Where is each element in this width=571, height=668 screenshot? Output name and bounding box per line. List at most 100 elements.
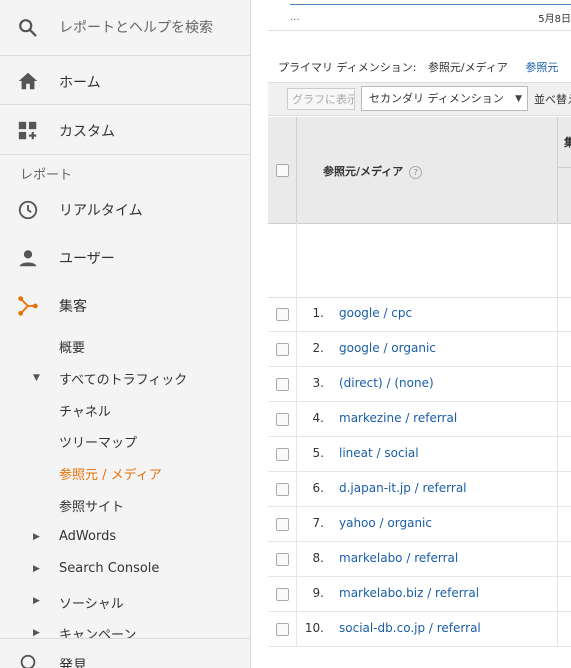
acquisition-icon xyxy=(18,296,38,316)
row-dimension-link[interactable]: yahoo / organic xyxy=(339,516,432,530)
nav-users[interactable]: ユーザー xyxy=(0,244,250,274)
chart-line xyxy=(290,4,571,5)
table-row: 7. yahoo / organic xyxy=(268,507,571,542)
nav-adwords[interactable]: AdWords xyxy=(59,529,116,544)
nav-treemap[interactable]: ツリーマップ xyxy=(59,432,137,451)
row-number: 4. xyxy=(312,411,324,425)
row-dimension-link[interactable]: markezine / referral xyxy=(339,411,457,425)
row-dimension-link[interactable]: lineat / social xyxy=(339,446,419,460)
row-checkbox[interactable] xyxy=(276,448,289,461)
collapsed-triangle-icon[interactable]: ▶ xyxy=(33,564,40,574)
row-dimension-link[interactable]: markelabo / referral xyxy=(339,551,458,565)
row-metric-cell xyxy=(557,507,571,542)
nav-overview[interactable]: 概要 xyxy=(59,337,85,356)
nav-acquisition-label: 集客 xyxy=(59,299,87,315)
dashboard-add-icon xyxy=(18,121,37,140)
nav-referrals[interactable]: 参照サイト xyxy=(59,496,124,515)
nav-social[interactable]: ソーシャル xyxy=(59,593,124,612)
nav-custom-label: カスタム xyxy=(59,124,115,140)
metric-subheader xyxy=(557,167,571,224)
nav-search-console[interactable]: Search Console xyxy=(59,561,159,576)
row-checkbox[interactable] xyxy=(276,378,289,391)
select-all-checkbox[interactable] xyxy=(276,164,289,177)
row-dimension-link[interactable]: markelabo.biz / referral xyxy=(339,586,479,600)
nav-acquisition[interactable]: 集客 xyxy=(0,292,250,322)
row-metric-cell xyxy=(557,402,571,437)
nav-discover[interactable]: 発見 xyxy=(0,638,250,668)
row-metric-cell xyxy=(557,437,571,472)
primary-dimension-source-link[interactable]: 参照元 xyxy=(525,61,558,74)
row-number: 1. xyxy=(312,306,324,320)
totals-row xyxy=(268,223,571,298)
clock-icon xyxy=(18,200,38,220)
plot-rows-button[interactable]: グラフに表示 xyxy=(287,88,355,110)
sort-type-label[interactable]: 並べ替え xyxy=(534,91,571,107)
row-metric-cell xyxy=(557,472,571,507)
row-check-cell xyxy=(268,542,297,577)
totals-metric-cell xyxy=(557,223,571,297)
table-row: 9. markelabo.biz / referral xyxy=(268,577,571,612)
row-dimension-link[interactable]: d.japan-it.jp / referral xyxy=(339,481,467,495)
primary-dimension-selected[interactable]: 参照元/メディア xyxy=(428,61,508,76)
row-checkbox[interactable] xyxy=(276,588,289,601)
row-check-cell xyxy=(268,507,297,542)
row-number: 10. xyxy=(304,621,324,635)
row-metric-cell xyxy=(557,577,571,612)
row-number: 7. xyxy=(312,516,324,530)
row-metric-cell xyxy=(557,332,571,367)
row-metric-cell xyxy=(557,297,571,332)
collapsed-triangle-icon[interactable]: ▶ xyxy=(33,596,40,606)
chart-date-label: 5月8日 xyxy=(538,14,571,25)
secondary-dimension-dropdown[interactable]: セカンダリ ディメンション ▼ xyxy=(361,86,528,111)
table-row: 6. d.japan-it.jp / referral xyxy=(268,472,571,507)
nav-custom[interactable]: カスタム xyxy=(0,105,250,155)
nav-all-traffic[interactable]: すべてのトラフィック xyxy=(59,369,187,388)
search-placeholder: レポートとヘルプを検索 xyxy=(59,20,213,36)
row-dimension-link[interactable]: google / cpc xyxy=(339,306,412,320)
table-header: 参照元/メディア? 集 xyxy=(268,117,571,224)
row-dimension-link[interactable]: social-db.co.jp / referral xyxy=(339,621,481,635)
collapsed-triangle-icon[interactable]: ▶ xyxy=(33,532,40,542)
secondary-dimension-label: セカンダリ ディメンション xyxy=(369,92,504,105)
nav-users-label: ユーザー xyxy=(59,251,115,267)
row-checkbox[interactable] xyxy=(276,413,289,426)
row-metric-cell xyxy=(557,612,571,647)
help-icon[interactable]: ? xyxy=(409,165,423,179)
collapsed-triangle-icon[interactable]: ▶ xyxy=(33,628,40,638)
row-checkbox[interactable] xyxy=(276,343,289,356)
row-dimension-link[interactable]: (direct) / (none) xyxy=(339,376,434,390)
row-metric-cell xyxy=(557,542,571,577)
row-number: 5. xyxy=(312,446,324,460)
expanded-triangle-icon[interactable]: ▼ xyxy=(33,373,40,383)
nav-realtime[interactable]: リアルタイム xyxy=(0,196,250,226)
row-checkbox[interactable] xyxy=(276,553,289,566)
row-number: 6. xyxy=(312,481,324,495)
row-checkbox[interactable] xyxy=(276,483,289,496)
dimension-header[interactable]: 参照元/メディア? xyxy=(297,117,557,223)
table-row: 8. markelabo / referral xyxy=(268,542,571,577)
row-checkbox[interactable] xyxy=(276,623,289,636)
nav-home[interactable]: ホーム xyxy=(0,56,250,105)
table-toolbar: グラフに表示 セカンダリ ディメンション ▼ 並べ替え xyxy=(268,82,571,116)
row-checkbox[interactable] xyxy=(276,308,289,321)
row-check-cell xyxy=(268,472,297,507)
dimension-header-label: 参照元/メディア? xyxy=(323,163,423,179)
header-checkbox-cell xyxy=(268,117,297,223)
search-icon xyxy=(19,19,37,37)
row-check-cell xyxy=(268,402,297,437)
metric-group-header: 集 xyxy=(557,117,571,167)
row-check-cell xyxy=(268,612,297,647)
person-icon xyxy=(19,250,37,267)
row-check-cell xyxy=(268,332,297,367)
nav-home-label: ホーム xyxy=(59,75,101,91)
nav-channels[interactable]: チャネル xyxy=(59,401,111,420)
row-check-cell xyxy=(268,367,297,402)
sidebar: レポートとヘルプを検索 ホーム カスタム レポート リアルタイム ユーザー 集客… xyxy=(0,0,251,668)
nav-source-medium[interactable]: 参照元 / メディア xyxy=(59,464,162,483)
row-number: 3. xyxy=(312,376,324,390)
table-row: 4. markezine / referral xyxy=(268,402,571,437)
search-box[interactable]: レポートとヘルプを検索 xyxy=(0,0,250,56)
row-dimension-link[interactable]: google / organic xyxy=(339,341,436,355)
row-checkbox[interactable] xyxy=(276,518,289,531)
table-row: 10. social-db.co.jp / referral xyxy=(268,612,571,647)
